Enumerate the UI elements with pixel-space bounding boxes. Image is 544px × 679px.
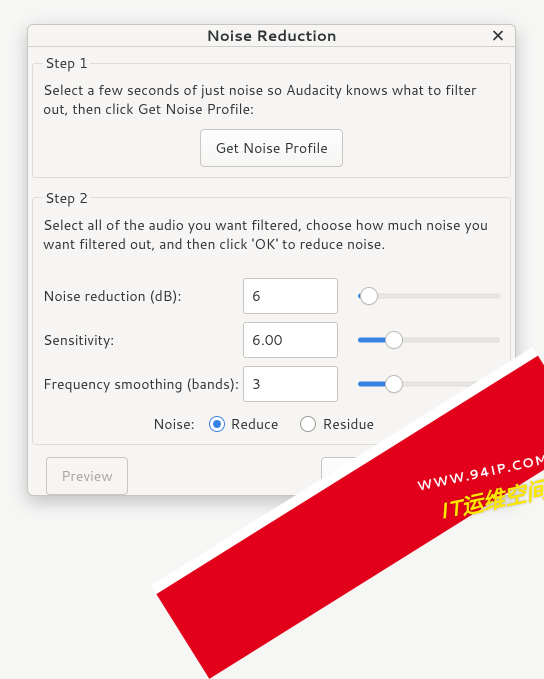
ok-button[interactable]: OK bbox=[415, 457, 497, 495]
dialog-footer: Preview Cancel OK bbox=[30, 449, 513, 509]
close-icon bbox=[493, 30, 503, 41]
radio-indicator-icon bbox=[300, 416, 316, 432]
noise-mode-label: Noise: bbox=[153, 414, 195, 434]
step2-legend: Step 2 bbox=[43, 188, 90, 208]
frequency-smoothing-input[interactable] bbox=[243, 366, 338, 402]
step1-instructions: Select a few seconds of just noise so Au… bbox=[43, 81, 500, 119]
radio-reduce[interactable]: Reduce bbox=[209, 414, 279, 434]
close-button[interactable] bbox=[487, 25, 509, 47]
noise-reduction-input[interactable] bbox=[243, 278, 338, 314]
step2-group: Step 2 Select all of the audio you want … bbox=[32, 188, 511, 445]
dialog-title: Noise Reduction bbox=[206, 25, 336, 46]
frequency-smoothing-slider[interactable] bbox=[358, 374, 500, 394]
preview-button[interactable]: Preview bbox=[46, 457, 128, 495]
noise-mode-row: Noise: Reduce Residue bbox=[43, 414, 500, 434]
noise-reduction-slider[interactable] bbox=[358, 286, 500, 306]
radio-residue[interactable]: Residue bbox=[300, 414, 374, 434]
titlebar: Noise Reduction bbox=[28, 25, 515, 47]
cancel-button[interactable]: Cancel bbox=[321, 457, 403, 495]
radio-reduce-label: Reduce bbox=[231, 414, 279, 434]
step2-instructions: Select all of the audio you want filtere… bbox=[43, 216, 500, 254]
sensitivity-input[interactable] bbox=[243, 322, 338, 358]
params: Noise reduction (dB): Sensitivity: bbox=[43, 274, 500, 406]
radio-residue-label: Residue bbox=[322, 414, 374, 434]
radio-indicator-icon bbox=[209, 416, 225, 432]
param-label: Frequency smoothing (bands): bbox=[43, 374, 243, 394]
param-noise-reduction: Noise reduction (dB): bbox=[43, 274, 500, 318]
noise-reduction-dialog: Noise Reduction Step 1 Select a few seco… bbox=[27, 24, 516, 496]
param-frequency-smoothing: Frequency smoothing (bands): bbox=[43, 362, 500, 406]
param-label: Noise reduction (dB): bbox=[43, 286, 243, 306]
param-label: Sensitivity: bbox=[43, 330, 243, 350]
param-sensitivity: Sensitivity: bbox=[43, 318, 500, 362]
get-noise-profile-button[interactable]: Get Noise Profile bbox=[200, 129, 343, 167]
sensitivity-slider[interactable] bbox=[358, 330, 500, 350]
step1-legend: Step 1 bbox=[43, 53, 90, 73]
dialog-content: Step 1 Select a few seconds of just nois… bbox=[28, 47, 515, 511]
step1-group: Step 1 Select a few seconds of just nois… bbox=[32, 53, 511, 178]
